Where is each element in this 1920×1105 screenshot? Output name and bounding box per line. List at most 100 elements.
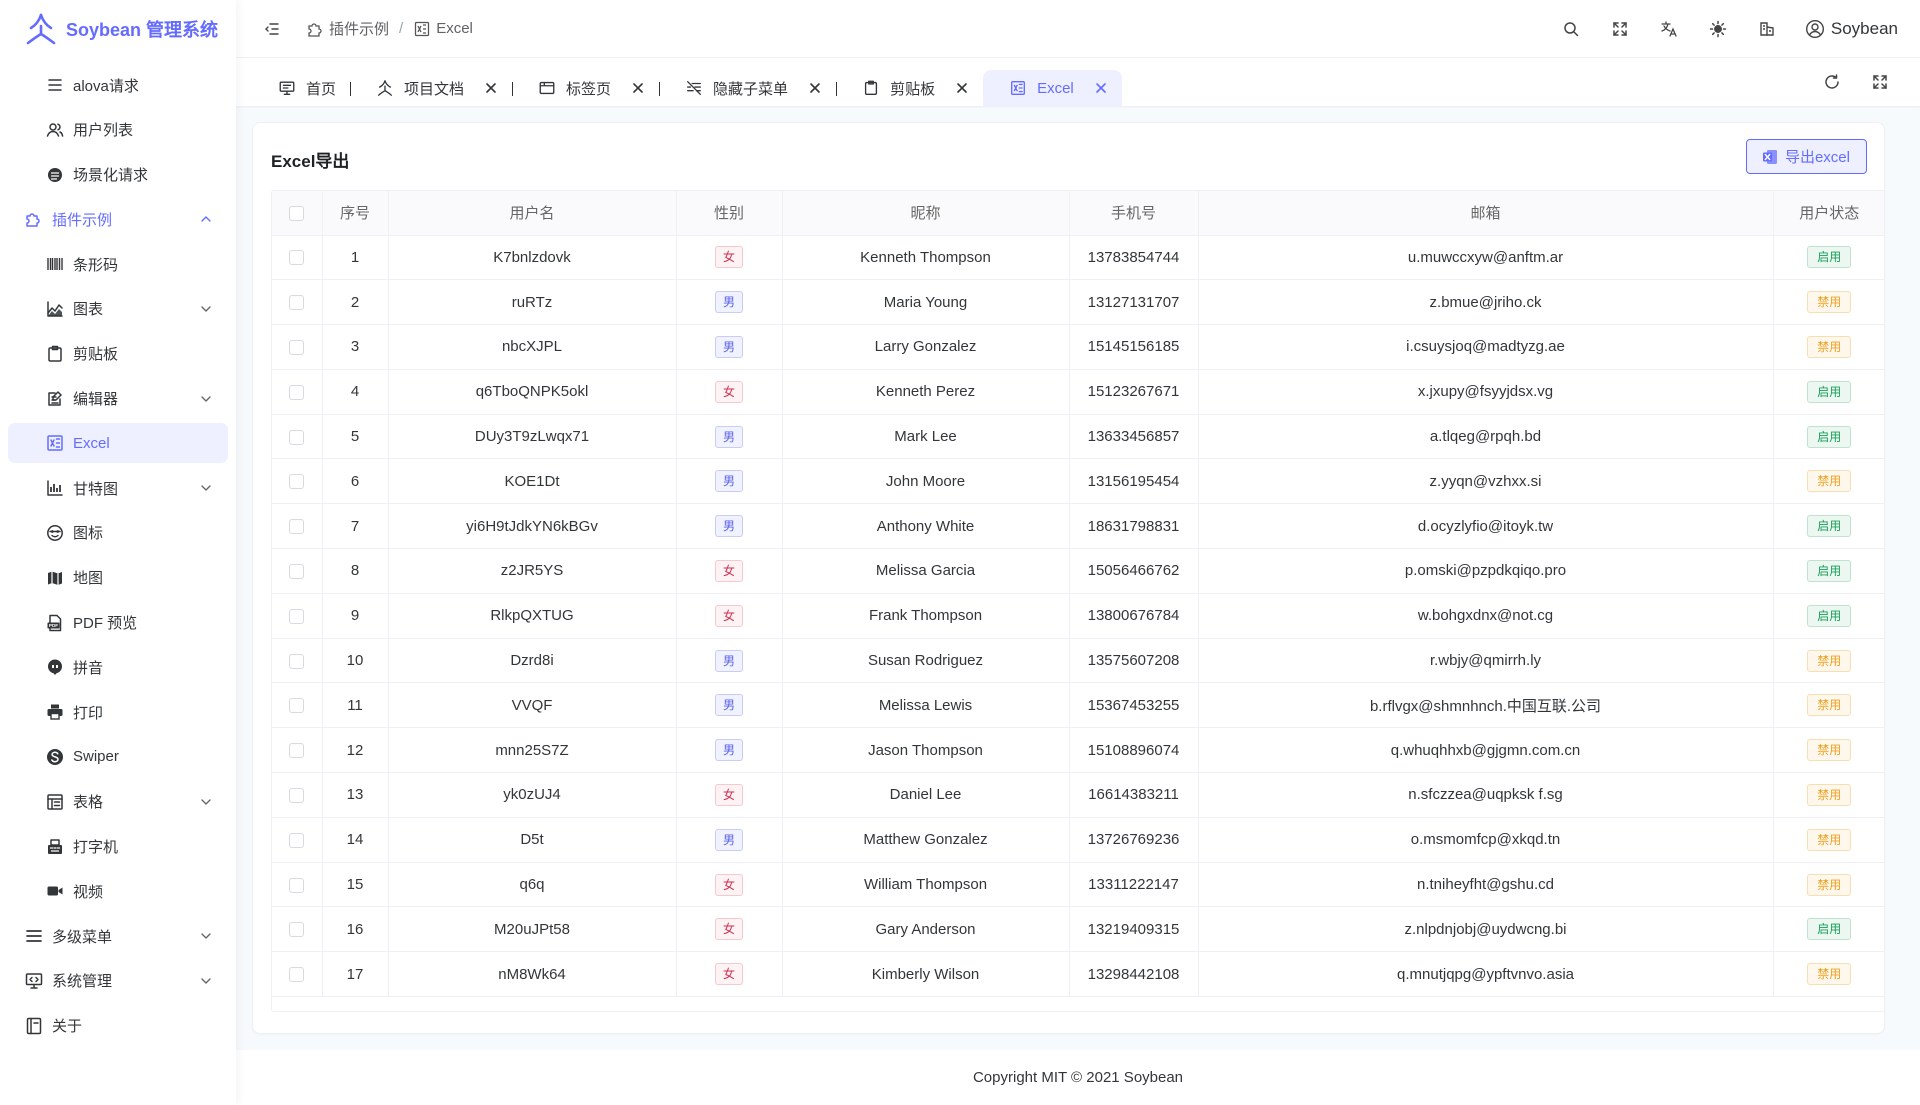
sidebar-item-typewriter[interactable]: 打字机 xyxy=(8,827,228,867)
sidebar-item-menu[interactable]: 多级菜单 xyxy=(8,916,228,956)
row-checkbox[interactable] xyxy=(289,608,305,624)
sidebar-item-stack[interactable]: 场景化请求 xyxy=(8,155,228,195)
row-checkbox[interactable] xyxy=(289,250,305,266)
row-select-cell[interactable] xyxy=(272,682,323,729)
cell-status: 启用 xyxy=(1773,235,1884,281)
sidebar-item-video[interactable]: 视频 xyxy=(8,871,228,911)
cell-username: KOE1Dt xyxy=(388,458,677,505)
tab-close-button[interactable] xyxy=(631,81,645,95)
tab-home[interactable]: 首页 xyxy=(252,70,352,106)
row-select-cell[interactable] xyxy=(272,235,323,281)
sidebar-item-gantt[interactable]: 甘特图 xyxy=(8,468,228,508)
row-select-cell[interactable] xyxy=(272,324,323,370)
tab-label: 标签页 xyxy=(566,80,612,98)
sidebar-collapse-button[interactable] xyxy=(252,9,292,49)
content-fullscreen-button[interactable] xyxy=(1860,62,1900,102)
row-checkbox[interactable] xyxy=(289,340,305,356)
row-select-cell[interactable] xyxy=(272,862,323,908)
theme-config-button[interactable] xyxy=(1747,9,1787,49)
row-checkbox[interactable] xyxy=(289,922,305,938)
cell-phone: 13127131707 xyxy=(1069,279,1199,326)
cell-status: 启用 xyxy=(1773,548,1884,594)
select-all-cell[interactable] xyxy=(272,191,323,236)
row-checkbox[interactable] xyxy=(289,519,305,535)
search-button[interactable] xyxy=(1551,9,1591,49)
user-menu[interactable]: Soybean xyxy=(1795,9,1908,49)
cell-status: 禁用 xyxy=(1773,638,1884,684)
tab-tab[interactable]: 标签页 xyxy=(512,70,661,106)
row-select-cell[interactable] xyxy=(272,548,323,594)
fullscreen-button[interactable] xyxy=(1600,9,1640,49)
select-all-checkbox[interactable] xyxy=(289,205,305,221)
sidebar-item-pdf[interactable]: PDF PDF 预览 xyxy=(8,603,228,643)
row-checkbox[interactable] xyxy=(289,698,305,714)
sidebar-item-icon xyxy=(45,523,65,543)
row-select-cell[interactable] xyxy=(272,772,323,818)
sidebar-item-editor[interactable]: 编辑器 xyxy=(8,379,228,419)
sidebar-item-excel[interactable]: Excel xyxy=(8,423,228,464)
tab-hidden[interactable]: 隐藏子菜单 xyxy=(659,70,838,106)
tab-close-button[interactable] xyxy=(808,81,822,95)
row-select-cell[interactable] xyxy=(272,414,323,460)
sidebar-item-plugin[interactable]: 插件示例 xyxy=(8,199,228,239)
sidebar-item-list[interactable]: alova请求 xyxy=(8,65,228,105)
cell-nickname: Frank Thompson xyxy=(782,593,1070,639)
table-row: 1 K7bnlzdovk 女 Kenneth Thompson 13783854… xyxy=(272,235,1884,281)
sidebar-item-map[interactable]: 地图 xyxy=(8,558,228,598)
sidebar-item-printer[interactable]: 打印 xyxy=(8,692,228,732)
row-select-cell[interactable] xyxy=(272,817,323,863)
row-select-cell[interactable] xyxy=(272,727,323,774)
row-select-cell[interactable] xyxy=(272,951,323,998)
row-checkbox[interactable] xyxy=(289,384,305,400)
breadcrumb-plugin[interactable]: 插件示例 xyxy=(306,18,389,39)
tab-excel[interactable]: Excel xyxy=(983,70,1122,106)
sidebar-item-label: 编辑器 xyxy=(73,391,119,409)
tab-close-button[interactable] xyxy=(1094,81,1108,95)
app-logo[interactable]: Soybean 管理系统 xyxy=(0,0,236,58)
row-select-cell[interactable] xyxy=(272,906,323,953)
sidebar-item-chart[interactable]: 图表 xyxy=(8,289,228,329)
close-icon xyxy=(633,83,643,93)
cell-status: 禁用 xyxy=(1773,279,1884,326)
sidebar-item-emoji[interactable]: 图标 xyxy=(8,513,228,553)
row-checkbox[interactable] xyxy=(289,787,305,803)
excel-icon xyxy=(1011,81,1026,95)
sidebar-item-pinyin[interactable]: 拼音 xyxy=(8,647,228,687)
tab-logo[interactable]: 项目文档 xyxy=(350,70,514,106)
reload-button[interactable] xyxy=(1812,62,1852,102)
row-checkbox[interactable] xyxy=(289,474,305,490)
tab-clipboard[interactable]: 剪贴板 xyxy=(836,70,983,106)
sidebar-item-icon xyxy=(45,389,65,409)
theme-toggle-button[interactable] xyxy=(1698,9,1738,49)
sidebar-item-barcode[interactable]: 条形码 xyxy=(8,244,228,284)
sidebar-item-users[interactable]: 用户列表 xyxy=(8,110,228,150)
row-select-cell[interactable] xyxy=(272,279,323,326)
row-checkbox[interactable] xyxy=(289,832,305,848)
sidebar-item-clipboard[interactable]: 剪贴板 xyxy=(8,334,228,374)
chevron-up-icon xyxy=(201,216,211,223)
chevron-down-icon xyxy=(201,933,211,939)
user-table[interactable]: 序号 用户名 性别 昵称 手机号 邮箱 用户状态 1 K7bnlzdovk 女 … xyxy=(271,190,1884,1012)
sidebar-item-table[interactable]: 表格 xyxy=(8,782,228,822)
breadcrumb-excel[interactable]: Excel xyxy=(413,20,473,38)
row-checkbox[interactable] xyxy=(289,429,305,445)
tab-close-button[interactable] xyxy=(484,81,498,95)
tab-close-button[interactable] xyxy=(955,81,969,95)
row-select-cell[interactable] xyxy=(272,593,323,639)
language-button[interactable] xyxy=(1649,9,1689,49)
row-checkbox[interactable] xyxy=(289,877,305,893)
cell-nickname: Larry Gonzalez xyxy=(782,324,1070,370)
row-select-cell[interactable] xyxy=(272,638,323,684)
row-select-cell[interactable] xyxy=(272,369,323,415)
row-checkbox[interactable] xyxy=(289,967,305,983)
sidebar-item-monitor[interactable]: 系统管理 xyxy=(8,961,228,1001)
sidebar-item-swiper[interactable]: Swiper xyxy=(8,737,228,777)
row-checkbox[interactable] xyxy=(289,564,305,579)
row-checkbox[interactable] xyxy=(289,295,305,311)
export-excel-button[interactable]: 导出excel xyxy=(1745,139,1867,174)
row-select-cell[interactable] xyxy=(272,458,323,505)
row-checkbox[interactable] xyxy=(289,653,305,669)
sidebar-item-about[interactable]: 关于 xyxy=(8,1006,228,1046)
row-checkbox[interactable] xyxy=(289,743,305,759)
row-select-cell[interactable] xyxy=(272,503,323,550)
